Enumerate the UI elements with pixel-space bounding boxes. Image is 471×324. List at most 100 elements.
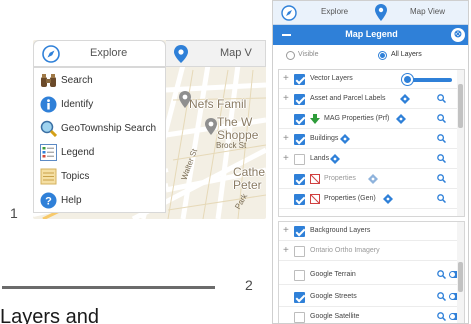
layer-row-mag-properties[interactable]: MAG Properties (Prf) — [279, 110, 464, 129]
background-layers-scrollbar[interactable] — [457, 222, 464, 323]
caption-text: Layers and — [0, 306, 99, 324]
tab-map-view[interactable]: Map V — [166, 40, 266, 67]
layer-checkbox[interactable] — [294, 114, 305, 125]
layer-label: Properties — [324, 175, 356, 182]
legend-title: Map Legend — [345, 29, 398, 39]
layer-checkbox[interactable] — [294, 94, 305, 105]
layer-label: Buildings — [310, 135, 339, 142]
layer-info-icon[interactable] — [340, 134, 350, 144]
layer-checkbox[interactable] — [294, 134, 305, 145]
layer-label: MAG Properties (Prf) — [324, 115, 390, 122]
svg-text:?: ? — [45, 195, 52, 207]
layer-checkbox[interactable] — [294, 194, 305, 205]
tab-map-view-label[interactable]: Map View — [410, 7, 445, 16]
search-icon[interactable] — [437, 134, 446, 143]
layer-row-properties[interactable]: Properties — [279, 170, 464, 189]
explore-menu: Search Identify GeoTownship Search Legen… — [33, 67, 166, 213]
tab-explore-label: Explore — [90, 47, 128, 59]
layer-row-properties-gen[interactable]: Properties (Gen) — [279, 190, 464, 209]
layer-checkbox[interactable] — [294, 270, 305, 281]
layer-row-vector-layers[interactable]: + Vector Layers — [279, 70, 464, 89]
layer-checkbox[interactable] — [294, 154, 305, 165]
layer-checkbox[interactable] — [294, 312, 305, 323]
menu-item-label: GeoTownship Search — [61, 122, 157, 134]
layer-row-google-terrain[interactable]: Google Terrain — [279, 266, 464, 285]
menu-item-label: Identify — [61, 98, 94, 110]
map-label: Brock St — [216, 141, 247, 150]
layer-info-icon[interactable] — [330, 154, 340, 164]
menu-item-search[interactable]: Search — [34, 68, 165, 92]
search-icon[interactable] — [437, 154, 446, 163]
tab-explore[interactable]: Explore — [33, 40, 166, 67]
info-icon — [40, 96, 57, 112]
radio-all-layers[interactable] — [378, 51, 387, 60]
search-icon[interactable] — [437, 194, 446, 203]
green-arrow-icon — [310, 114, 320, 124]
layer-row-asset-labels[interactable]: + Asset and Parcel Labels — [279, 90, 464, 109]
legend-header: Map Legend ⊗ — [273, 25, 468, 45]
expand-icon[interactable]: + — [283, 153, 289, 164]
search-icon[interactable] — [437, 94, 446, 103]
layer-row-buildings[interactable]: + Buildings — [279, 130, 464, 149]
scrollbar-thumb[interactable] — [458, 262, 463, 292]
scrollbar-thumb[interactable] — [458, 84, 463, 128]
radio-visible[interactable] — [286, 51, 295, 60]
layer-row-google-satellite[interactable]: Google Satellite — [279, 308, 464, 323]
layer-checkbox[interactable] — [294, 226, 305, 237]
layer-label: Google Terrain — [310, 271, 356, 278]
expand-icon[interactable]: + — [283, 133, 289, 144]
layer-checkbox[interactable] — [294, 246, 305, 257]
map-legend-panel: Explore Map View Map Legend ⊗ Visible Al… — [272, 0, 469, 324]
map-label: The W — [217, 115, 253, 129]
menu-item-help[interactable]: ? Help — [34, 188, 165, 212]
menu-item-identify[interactable]: Identify — [34, 92, 165, 116]
map-pin-icon[interactable] — [179, 91, 191, 108]
layer-label: Ontario Ortho Imagery — [310, 247, 380, 254]
opacity-slider-knob[interactable] — [402, 74, 413, 85]
layer-label: Background Layers — [310, 227, 371, 234]
layer-row-lands[interactable]: + Lands — [279, 150, 464, 169]
layer-label: Vector Layers — [310, 75, 353, 82]
vector-layers-scrollbar[interactable] — [457, 70, 464, 216]
layer-checkbox[interactable] — [294, 74, 305, 85]
radio-visible-label: Visible — [298, 51, 319, 58]
layer-info-icon[interactable] — [368, 174, 378, 184]
menu-item-topics[interactable]: Topics — [34, 164, 165, 188]
layer-row-background-layers[interactable]: + Background Layers — [279, 222, 464, 241]
close-icon[interactable]: ⊗ — [451, 28, 465, 42]
layer-info-icon[interactable] — [383, 194, 393, 204]
expand-icon[interactable]: + — [283, 245, 289, 256]
search-icon[interactable] — [437, 292, 446, 301]
expand-icon[interactable]: + — [283, 225, 289, 236]
expand-icon[interactable]: + — [283, 73, 289, 84]
layer-label: Google Satellite — [310, 313, 360, 320]
map-label: Cathe — [233, 165, 266, 179]
compass-icon[interactable] — [281, 5, 297, 21]
menu-item-label: Search — [61, 74, 93, 86]
radio-all-layers-label: All Layers — [391, 51, 422, 58]
map-pin-icon — [174, 45, 188, 63]
layer-checkbox[interactable] — [294, 292, 305, 303]
red-box-icon — [310, 194, 320, 204]
layer-info-icon[interactable] — [400, 94, 410, 104]
search-icon[interactable] — [437, 114, 446, 123]
search-icon[interactable] — [437, 312, 446, 321]
search-icon[interactable] — [437, 174, 446, 183]
screenshot-stage: Nefs Famil The W Shoppe Brock St Cathe P… — [0, 0, 471, 324]
compass-icon — [42, 45, 60, 63]
layer-checkbox[interactable] — [294, 174, 305, 185]
expand-icon[interactable]: + — [283, 93, 289, 104]
tab-explore-label[interactable]: Explore — [321, 7, 348, 16]
menu-item-legend[interactable]: Legend — [34, 140, 165, 164]
layer-label: Properties (Gen) — [324, 195, 376, 202]
separator-line — [2, 286, 215, 289]
binoculars-icon — [41, 73, 56, 87]
layer-row-ontario-ortho[interactable]: + Ontario Ortho Imagery — [279, 242, 464, 261]
map-label: Peter — [233, 178, 262, 192]
layer-row-google-streets[interactable]: Google Streets — [279, 288, 464, 307]
map-pin-icon[interactable] — [205, 118, 217, 135]
menu-item-geotownship-search[interactable]: GeoTownship Search — [34, 116, 165, 140]
map-pin-icon[interactable] — [375, 4, 387, 21]
layer-info-icon[interactable] — [396, 114, 406, 124]
search-icon[interactable] — [437, 270, 446, 279]
